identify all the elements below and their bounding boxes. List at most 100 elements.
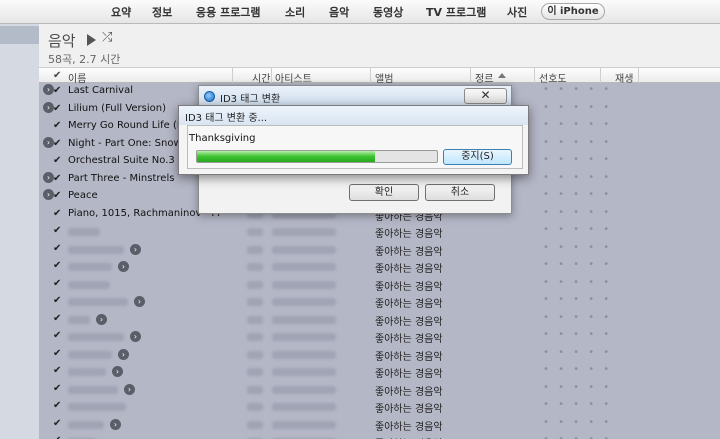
rating-dots[interactable]: • • • • • [543,329,612,340]
row-checkbox[interactable]: ✔ [53,208,61,219]
redacted-song-name [68,333,124,341]
rating-dots[interactable]: • • • • • [543,207,612,218]
rating-dots[interactable]: • • • • • [543,259,612,270]
row-checkbox[interactable]: ✔ [53,400,61,411]
row-checkbox[interactable]: ✔ [53,313,61,324]
tab-tv-shows[interactable]: TV 프로그램 [426,4,486,20]
redacted-time [247,403,263,411]
rating-dots[interactable]: • • • • • [543,224,612,235]
sidebar-selected-item[interactable] [0,26,39,44]
close-button[interactable]: ✕ [464,88,507,104]
row-checkbox[interactable]: ✔ [53,103,61,114]
row-checkbox[interactable]: ✔ [53,243,61,254]
tab-apps[interactable]: 응용 프로그램 [196,4,261,20]
rating-dots[interactable]: • • • • • [543,172,612,183]
row-checkbox[interactable]: ✔ [53,155,61,166]
stop-button[interactable]: 중지(S) [443,149,512,165]
rating-dots[interactable]: • • • • • [543,364,612,375]
redacted-time [247,333,263,341]
tab-photos[interactable]: 사진 [507,4,527,20]
play-icon[interactable] [87,34,96,46]
rating-dots[interactable]: • • • • • [543,417,612,428]
redacted-song-name [68,368,106,376]
row-checkbox[interactable]: ✔ [53,365,61,376]
rating-dots[interactable]: • • • • • [543,242,612,253]
table-row[interactable]: ✔ 좋아하는 경음악 • • • • • [39,223,720,241]
checkbox-column-icon[interactable]: ✔ [53,70,61,81]
table-row[interactable]: ✔ › 좋아하는 경음악 • • • • • [39,293,720,311]
rating-dots[interactable]: • • • • • [543,399,612,410]
redacted-artist [272,245,336,254]
column-divider [271,68,272,83]
go-arrow-icon[interactable]: › [96,313,107,325]
rating-dots[interactable]: • • • • • [543,382,612,393]
table-row[interactable]: ✔ › 좋아하는 경음악 • • • • • [39,363,720,381]
rating-dots[interactable]: • • • • • [543,102,612,113]
go-arrow-icon[interactable]: › [124,383,135,395]
redacted-artist [272,350,336,359]
tab-info[interactable]: 정보 [152,4,172,20]
row-checkbox[interactable]: ✔ [53,120,61,131]
go-arrow-icon[interactable]: › [118,348,129,360]
row-checkbox[interactable]: ✔ [53,190,61,201]
tab-summary[interactable]: 요약 [111,4,131,20]
album-name: 좋아하는 경음악 [375,435,443,439]
row-checkbox[interactable]: ✔ [53,418,61,429]
table-row[interactable]: ✔ › 좋아하는 경음악 • • • • • [39,328,720,346]
tab-music[interactable]: 음악 [329,4,349,20]
redacted-song-name [68,228,100,236]
table-row[interactable]: ✔ › 좋아하는 경음악 • • • • • [39,311,720,329]
table-row[interactable]: ✔ › 좋아하는 경음악 • • • • • [39,381,720,399]
table-row[interactable]: ✔ 좋아하는 경음악 • • • • • [39,276,720,294]
rating-dots[interactable]: • • • • • [543,347,612,358]
rating-dots[interactable]: • • • • • [543,294,612,305]
table-row[interactable]: ✔ 좋아하는 경음악 • • • • • [39,433,720,439]
rating-dots[interactable]: • • • • • [543,277,612,288]
rating-dots[interactable]: • • • • • [543,312,612,323]
table-row[interactable]: ✔ › 좋아하는 경음악 • • • • • [39,258,720,276]
page-title: 음악 [48,32,76,50]
tab-ringtones[interactable]: 소리 [285,4,305,20]
row-checkbox[interactable]: ✔ [53,278,61,289]
device-button[interactable]: 이 iPhone [541,3,605,20]
go-arrow-icon[interactable]: › [112,366,123,377]
row-checkbox[interactable]: ✔ [53,383,61,394]
redacted-artist [272,298,336,306]
shuffle-icon[interactable]: ⤮ [102,30,112,45]
rating-dots[interactable]: • • • • • [543,119,612,130]
go-arrow-icon[interactable]: › [118,261,129,272]
rating-dots[interactable]: • • • • • [543,434,612,439]
row-checkbox[interactable]: ✔ [53,295,61,306]
redacted-song-name [68,420,104,429]
table-row[interactable]: ✔ › 좋아하는 경음악 • • • • • [39,416,720,434]
redacted-song-name [68,385,118,394]
row-checkbox[interactable]: ✔ [53,330,61,341]
row-checkbox[interactable]: ✔ [53,435,61,439]
table-row[interactable]: ✔ 좋아하는 경음악 • • • • • [39,398,720,416]
rating-dots[interactable]: • • • • • [543,84,612,95]
go-arrow-icon[interactable]: › [110,418,121,430]
row-checkbox[interactable]: ✔ [53,348,61,359]
device-tab-bar: 요약 정보 응용 프로그램 소리 음악 동영상 TV 프로그램 사진 이 iPh… [0,0,720,24]
row-checkbox[interactable]: ✔ [53,138,61,149]
cancel-button[interactable]: 취소 [425,184,495,201]
go-arrow-icon[interactable]: › [134,296,145,307]
album-name: 좋아하는 경음악 [375,421,443,433]
table-row[interactable]: ✔ › 좋아하는 경음악 • • • • • [39,241,720,259]
redacted-artist [272,385,336,394]
row-checkbox[interactable]: ✔ [53,225,61,236]
tab-movies[interactable]: 동영상 [373,4,403,20]
row-checkbox[interactable]: ✔ [53,173,61,184]
ok-button[interactable]: 확인 [349,184,419,201]
rating-dots[interactable]: • • • • • [543,189,612,200]
row-checkbox[interactable]: ✔ [53,260,61,271]
table-row[interactable]: ✔ › 좋아하는 경음악 • • • • • [39,346,720,364]
go-arrow-icon[interactable]: › [130,331,141,342]
dialog-title: ID3 태그 변환 [220,94,281,105]
column-header: ✔ 이름 시간 아티스트 앨범 정르 선호도 재생 [39,67,720,85]
rating-dots[interactable]: • • • • • [543,137,612,148]
rating-dots[interactable]: • • • • • [543,154,612,165]
redacted-artist [272,403,336,411]
go-arrow-icon[interactable]: › [130,243,141,255]
row-checkbox[interactable]: ✔ [53,85,61,96]
